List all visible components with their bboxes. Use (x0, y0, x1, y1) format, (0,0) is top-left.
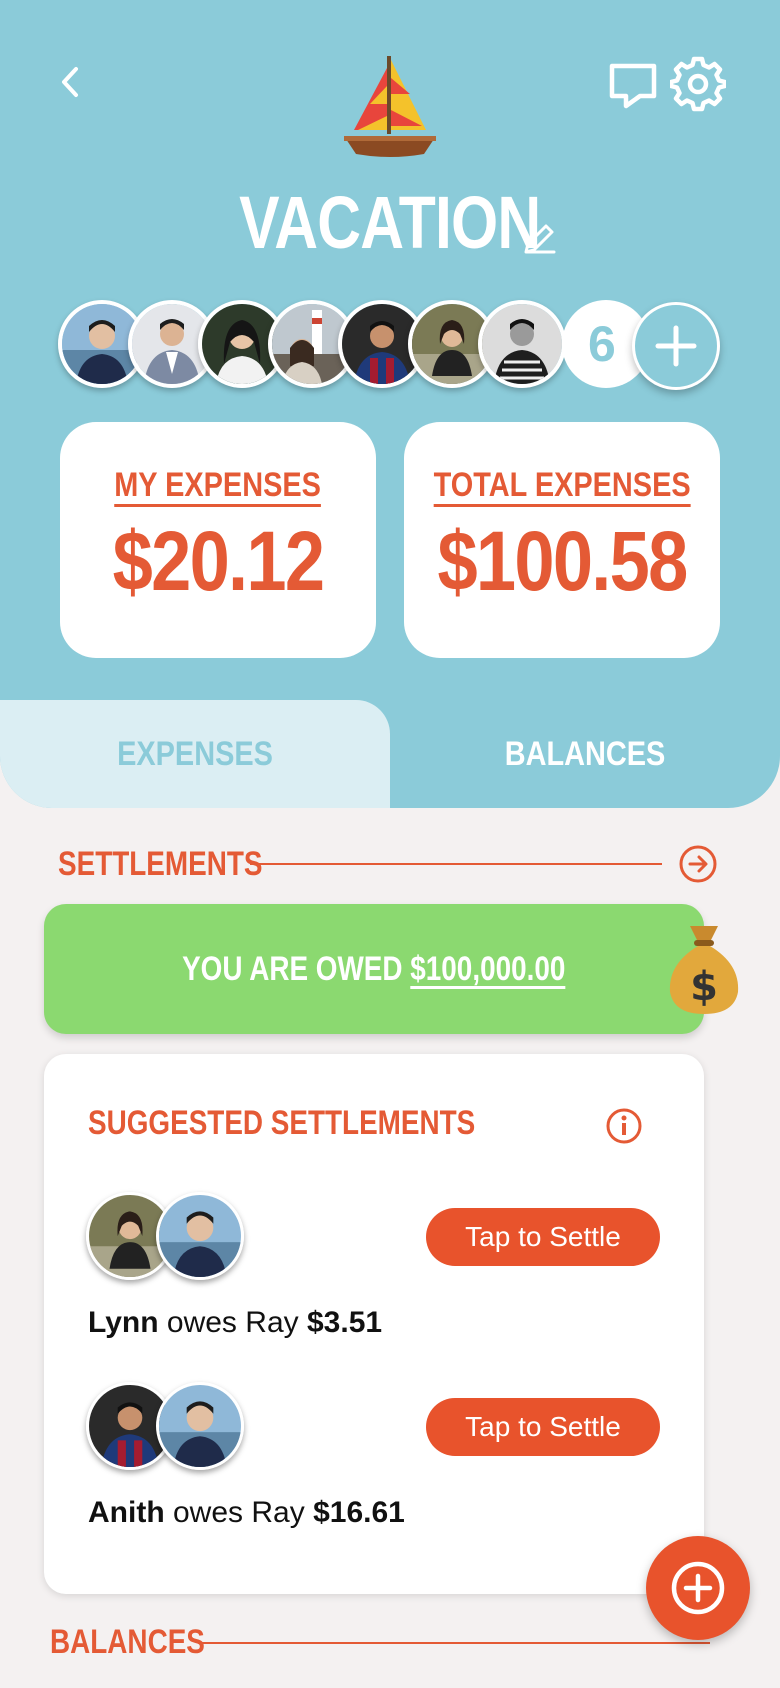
suggested-settlements-card: SUGGESTED SETTLEMENTS Tap to Settle Lynn… (44, 1054, 704, 1594)
plus-circle-icon (671, 1561, 725, 1615)
settlements-title: SETTLEMENTS (58, 844, 263, 883)
section-divider (250, 863, 662, 865)
settlement-description: Anith owes Ray $16.61 (88, 1496, 405, 1530)
info-icon (606, 1108, 642, 1144)
balances-title: BALANCES (50, 1622, 205, 1661)
avatar (156, 1192, 244, 1280)
chat-bubble-icon (609, 63, 657, 109)
sailboat-emoji (344, 56, 436, 157)
info-button[interactable] (604, 1106, 644, 1146)
back-button[interactable] (50, 60, 90, 104)
owed-summary-banner[interactable]: YOU ARE OWED $100,000.00 (44, 904, 704, 1034)
tap-to-settle-button[interactable]: Tap to Settle (426, 1398, 660, 1456)
settlement-payer: Lynn (88, 1306, 159, 1339)
owed-amount: $100,000.00 (410, 949, 566, 988)
total-expenses-value: $100.58 (437, 514, 688, 608)
tab-balances[interactable]: BALANCES (390, 700, 780, 808)
my-expenses-card[interactable]: MY EXPENSES $20.12 (60, 422, 376, 658)
settlement-amount: $3.51 (306, 1306, 383, 1339)
my-expenses-value: $20.12 (112, 514, 325, 608)
settlement-avatar-pair (86, 1192, 256, 1282)
plus-icon (655, 325, 697, 367)
pencil-icon (524, 224, 556, 254)
settlement-verb: owes (166, 1306, 237, 1339)
settlement-description: Lynn owes Ray $3.51 (88, 1306, 382, 1340)
settlement-payee: Ray (251, 1496, 305, 1529)
svg-text:$: $ (690, 964, 718, 1010)
avatar (156, 1382, 244, 1470)
settlement-payee: Ray (245, 1306, 299, 1339)
total-expenses-label: TOTAL EXPENSES (433, 466, 691, 504)
page-title: VACATION (239, 181, 541, 264)
total-expenses-card[interactable]: TOTAL EXPENSES $100.58 (404, 422, 720, 658)
add-expense-button[interactable] (646, 1536, 750, 1640)
chevron-left-icon (62, 67, 78, 97)
tap-to-settle-button[interactable]: Tap to Settle (426, 1208, 660, 1266)
section-divider (198, 1642, 710, 1644)
tab-expenses-label: EXPENSES (117, 735, 273, 773)
avatar[interactable] (478, 300, 566, 388)
settlement-avatar-pair (86, 1382, 256, 1472)
owed-summary-text: YOU ARE OWED $100,000.00 (182, 950, 565, 989)
edit-title-button[interactable] (520, 218, 560, 258)
group-title-row: VACATION (0, 178, 780, 268)
settlement-payer: Anith (88, 1496, 165, 1529)
settlement-amount: $16.61 (313, 1496, 405, 1529)
settings-button[interactable] (668, 56, 728, 112)
money-bag-emoji: $ (669, 926, 739, 1014)
chat-button[interactable] (604, 58, 662, 110)
settlements-view-all-button[interactable] (678, 844, 718, 884)
add-member-button[interactable] (632, 302, 720, 390)
suggested-settlements-title: SUGGESTED SETTLEMENTS (88, 1104, 476, 1142)
tab-expenses[interactable]: EXPENSES (0, 700, 390, 808)
settlement-verb: owes (172, 1496, 244, 1529)
arrow-right-circle-icon (679, 845, 717, 883)
gear-icon (668, 56, 728, 112)
owed-prefix: YOU ARE OWED (182, 949, 403, 988)
tab-balances-label: BALANCES (504, 735, 666, 773)
my-expenses-label: MY EXPENSES (114, 466, 322, 504)
